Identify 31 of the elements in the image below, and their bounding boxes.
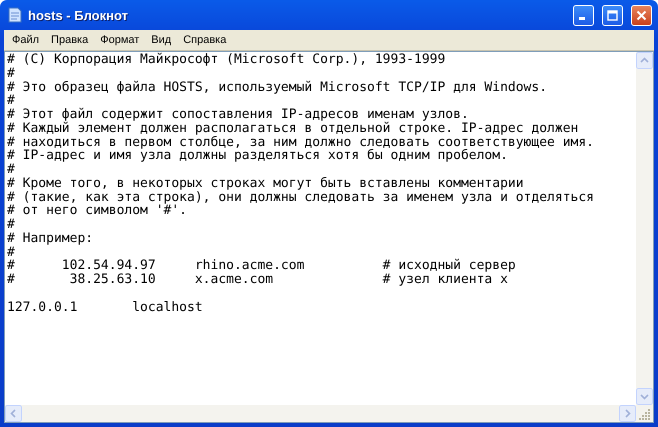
maximize-icon: [607, 10, 618, 20]
menu-item[interactable]: Справка: [177, 32, 232, 48]
minimize-button[interactable]: [573, 4, 594, 26]
notepad-icon: [8, 7, 22, 23]
text-line: # Этот файл содержит сопоставления IP-адресов именам узлов.: [7, 108, 470, 122]
window-title: hosts - Блокнот: [28, 8, 129, 22]
text-line: # находиться в первом столбце, за ним должно следовать соответствующее имя.: [7, 136, 595, 150]
text-line: # Кроме того, в некоторых строках могут быть вставлены комментарии: [7, 176, 525, 190]
text-line: # 102.54.94.97 rhino.acme.com # исходный сервер: [7, 259, 517, 273]
text-line: # Это образец файла HOSTS, используемый Microsoft TCP/IP для Windows.: [7, 80, 548, 94]
text-line: #: [7, 246, 16, 260]
text-line: # 38.25.63.10 x.acme.com # узел клиента x: [7, 273, 509, 287]
menu-item[interactable]: Формат: [94, 32, 146, 48]
menu-item[interactable]: Вид: [145, 32, 178, 48]
text-line: 127.0.0.1 localhost: [7, 300, 204, 314]
text-line: #: [7, 163, 16, 177]
maximize-button[interactable]: [602, 4, 623, 26]
minimize-icon: [579, 16, 585, 20]
text-line: # Например:: [7, 232, 94, 246]
menu-item[interactable]: Правка: [45, 32, 94, 48]
close-button[interactable]: [631, 4, 652, 26]
text-line: # IP-адрес и имя узла должны разделяться хотя бы одним пробелом.: [7, 149, 508, 163]
menu-item[interactable]: Файл: [6, 32, 46, 48]
text-line: #: [7, 94, 16, 108]
text-line: # (такие, как эта строка), они должны следовать за именем узла и отделяться: [7, 190, 595, 204]
text-line: #: [7, 218, 16, 232]
text-line: # Каждый элемент должен располагаться в отдельной строке. IP-адрес должен: [7, 122, 580, 136]
text-line: # (C) Корпорация Майкрософт (Microsoft Corp.), 1993-1999: [7, 53, 446, 67]
close-icon: [636, 10, 647, 20]
text-line: # от него символом '#'.: [7, 204, 188, 218]
text-line: #: [7, 66, 16, 80]
